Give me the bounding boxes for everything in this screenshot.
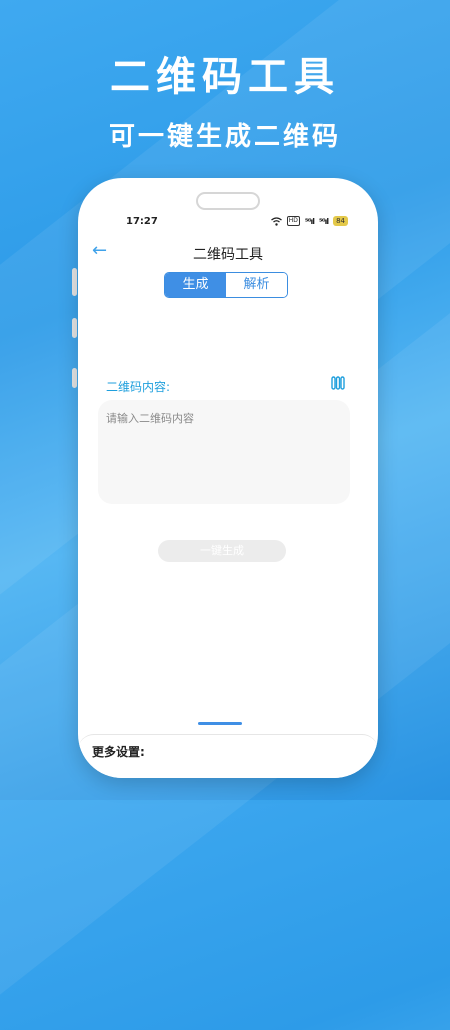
mode-segmented-control: 生成 解析 <box>164 272 288 298</box>
signal-icon: ⁵ᴳıl <box>304 216 315 226</box>
phone-side-button <box>72 268 77 296</box>
wifi-icon <box>270 216 282 226</box>
content-label: 二维码内容: <box>106 380 171 394</box>
nav-bar: ← 二维码工具 <box>78 240 378 264</box>
promo-subtitle: 可一键生成二维码 <box>108 122 341 152</box>
phone-side-button <box>72 318 77 338</box>
generate-button[interactable]: 一键生成 <box>158 540 286 562</box>
drag-handle-icon[interactable] <box>331 376 345 390</box>
tab-parse[interactable]: 解析 <box>226 273 287 297</box>
page-title: 二维码工具 <box>193 247 263 263</box>
qr-content-input[interactable]: 请输入二维码内容 <box>98 400 350 504</box>
home-indicator <box>198 722 242 725</box>
battery-icon: 84 <box>333 216 348 226</box>
more-settings-label: 更多设置: <box>92 745 145 759</box>
tab-generate[interactable]: 生成 <box>165 273 226 297</box>
promo-title: 二维码工具 <box>110 54 340 100</box>
phone-side-button <box>72 368 77 388</box>
signal-icon: ⁵ᴳıl <box>318 216 329 226</box>
phone-notch <box>196 192 260 210</box>
status-bar: 17:27 HD ⁵ᴳıl ⁵ᴳıl 84 <box>78 214 378 232</box>
status-time: 17:27 <box>126 216 158 227</box>
more-settings-panel[interactable]: 更多设置: <box>78 734 378 778</box>
phone-mockup: 17:27 HD ⁵ᴳıl ⁵ᴳıl 84 ← 二维码工具 生成 解析 二维码内… <box>78 178 378 778</box>
status-icons: HD ⁵ᴳıl ⁵ᴳıl 84 <box>270 216 348 226</box>
hd-badge: HD <box>286 216 300 226</box>
